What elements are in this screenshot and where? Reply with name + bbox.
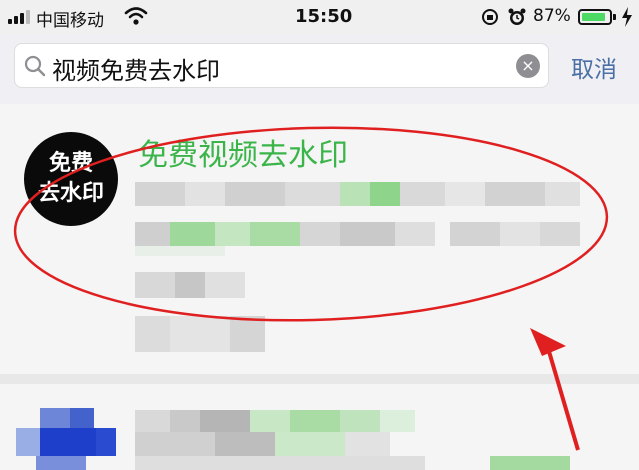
annotation-overlay xyxy=(13,126,609,451)
annotation-ellipse xyxy=(13,126,609,322)
annotation-arrow xyxy=(546,347,580,451)
annotation-arrowhead xyxy=(530,328,566,356)
